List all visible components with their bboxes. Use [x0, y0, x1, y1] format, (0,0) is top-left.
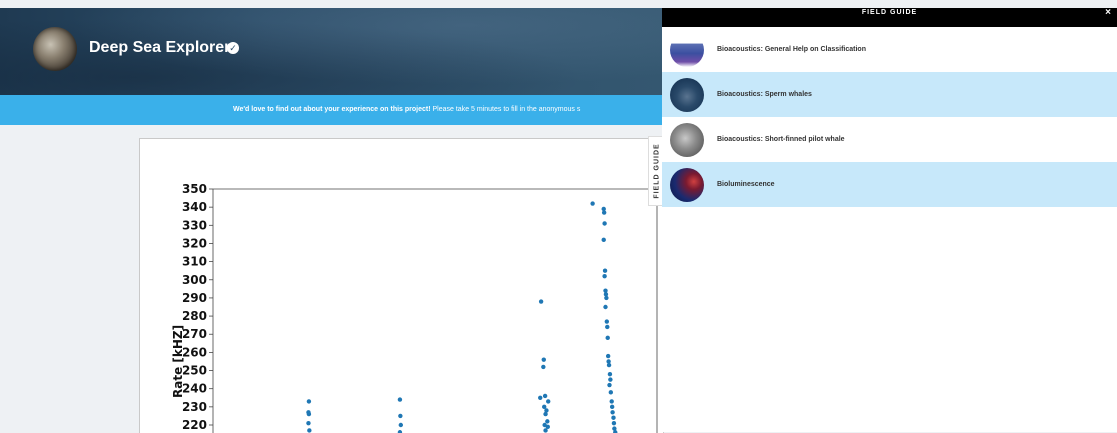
data-point	[605, 335, 610, 341]
data-point	[546, 399, 551, 404]
guide-item-label: Bioluminescence	[717, 181, 775, 188]
data-point	[541, 364, 546, 370]
data-point	[608, 377, 613, 382]
data-point	[609, 399, 614, 404]
banner-bold-text: We'd love to find out about your experie…	[233, 106, 431, 113]
data-point	[602, 221, 607, 226]
guide-item-label: Bioacoustics: Sperm whales	[717, 91, 812, 98]
data-point	[601, 237, 606, 243]
y-axis-label: Rate [kHZ]	[171, 325, 185, 398]
y-tick-label: 320	[182, 236, 207, 250]
data-point	[306, 399, 312, 404]
y-tick-label: 260	[182, 345, 207, 359]
data-point	[538, 395, 543, 400]
y-tick-label: 350	[182, 182, 207, 196]
data-point	[605, 324, 610, 330]
data-point	[610, 410, 615, 415]
data-point	[397, 397, 403, 402]
data-point	[541, 357, 546, 362]
data-point	[609, 404, 615, 410]
scatter-chart: 220 230 240 250 260 270 280 290 300 310 320 330 340 3…	[171, 182, 658, 433]
data-point	[608, 390, 614, 395]
project-title[interactable]: Deep Sea Explorers	[89, 39, 239, 57]
data-point	[604, 319, 610, 324]
data-point	[603, 304, 608, 310]
data-point	[607, 382, 612, 388]
y-tick-label: 290	[182, 291, 207, 305]
data-point	[542, 393, 548, 399]
data-point	[602, 268, 608, 273]
check-circle-icon: ✓	[227, 42, 239, 54]
y-tick-label: 280	[182, 309, 207, 323]
y-tick-label: 220	[182, 418, 207, 432]
y-tick-label: 270	[182, 327, 207, 341]
project-avatar[interactable]	[33, 27, 77, 71]
guide-thumbnail	[670, 32, 704, 67]
data-point	[607, 371, 613, 377]
field-guide-title: FIELD GUIDE	[861, 9, 918, 16]
y-tick-label: 330	[182, 218, 207, 232]
guide-thumbnail	[670, 77, 704, 112]
subject-card: 220 230 240 250 260 270 280 290 300 310 320 330 340 3…	[139, 138, 664, 433]
field-guide-header: FIELD GUIDE ×	[662, 7, 1117, 27]
y-tick-label: 240	[182, 382, 207, 396]
guide-item-label: Bioacoustics: Short-finned pilot whale	[717, 136, 845, 143]
y-tick-label: 300	[182, 273, 207, 287]
project-header: Deep Sea Explorers ✓	[0, 8, 662, 95]
data-point	[398, 422, 404, 428]
guide-item-label: Bioacoustics: General Help on Classifica…	[717, 46, 866, 53]
y-tick-label: 340	[182, 200, 207, 214]
field-guide-tab-label: FIELD GUIDE	[653, 143, 660, 199]
guide-thumbnail	[670, 122, 704, 157]
guide-thumbnail	[670, 167, 704, 202]
guide-item-bioluminescence[interactable]: Bioluminescence	[662, 162, 1117, 207]
data-point	[605, 353, 611, 359]
data-point	[538, 299, 544, 304]
y-tick-label: 230	[182, 400, 207, 414]
data-point	[611, 420, 617, 426]
data-point	[606, 362, 612, 368]
y-tick-label: 310	[182, 255, 207, 269]
guide-item-pilot-whale[interactable]: Bioacoustics: Short-finned pilot whale	[662, 117, 1117, 162]
data-point	[611, 415, 616, 420]
data-point	[543, 411, 548, 417]
data-point	[604, 295, 609, 301]
data-point	[590, 201, 595, 206]
data-point	[601, 210, 607, 215]
field-guide-panel: FIELD GUIDE × Bioacoustics: General Help…	[662, 7, 1117, 432]
guide-item-general-help[interactable]: Bioacoustics: General Help on Classifica…	[662, 27, 1117, 72]
close-icon[interactable]: ×	[1105, 7, 1111, 18]
data-point	[602, 273, 607, 279]
y-tick-label: 250	[182, 364, 207, 378]
banner-text: Please take 5 minutes to fill in the ano…	[430, 106, 581, 113]
survey-banner[interactable]: We'd love to find out about your experie…	[0, 95, 662, 125]
data-point	[306, 420, 311, 426]
data-point	[306, 411, 312, 417]
data-point	[545, 419, 550, 424]
guide-item-sperm-whales[interactable]: Bioacoustics: Sperm whales	[662, 72, 1117, 117]
data-point	[398, 413, 403, 419]
